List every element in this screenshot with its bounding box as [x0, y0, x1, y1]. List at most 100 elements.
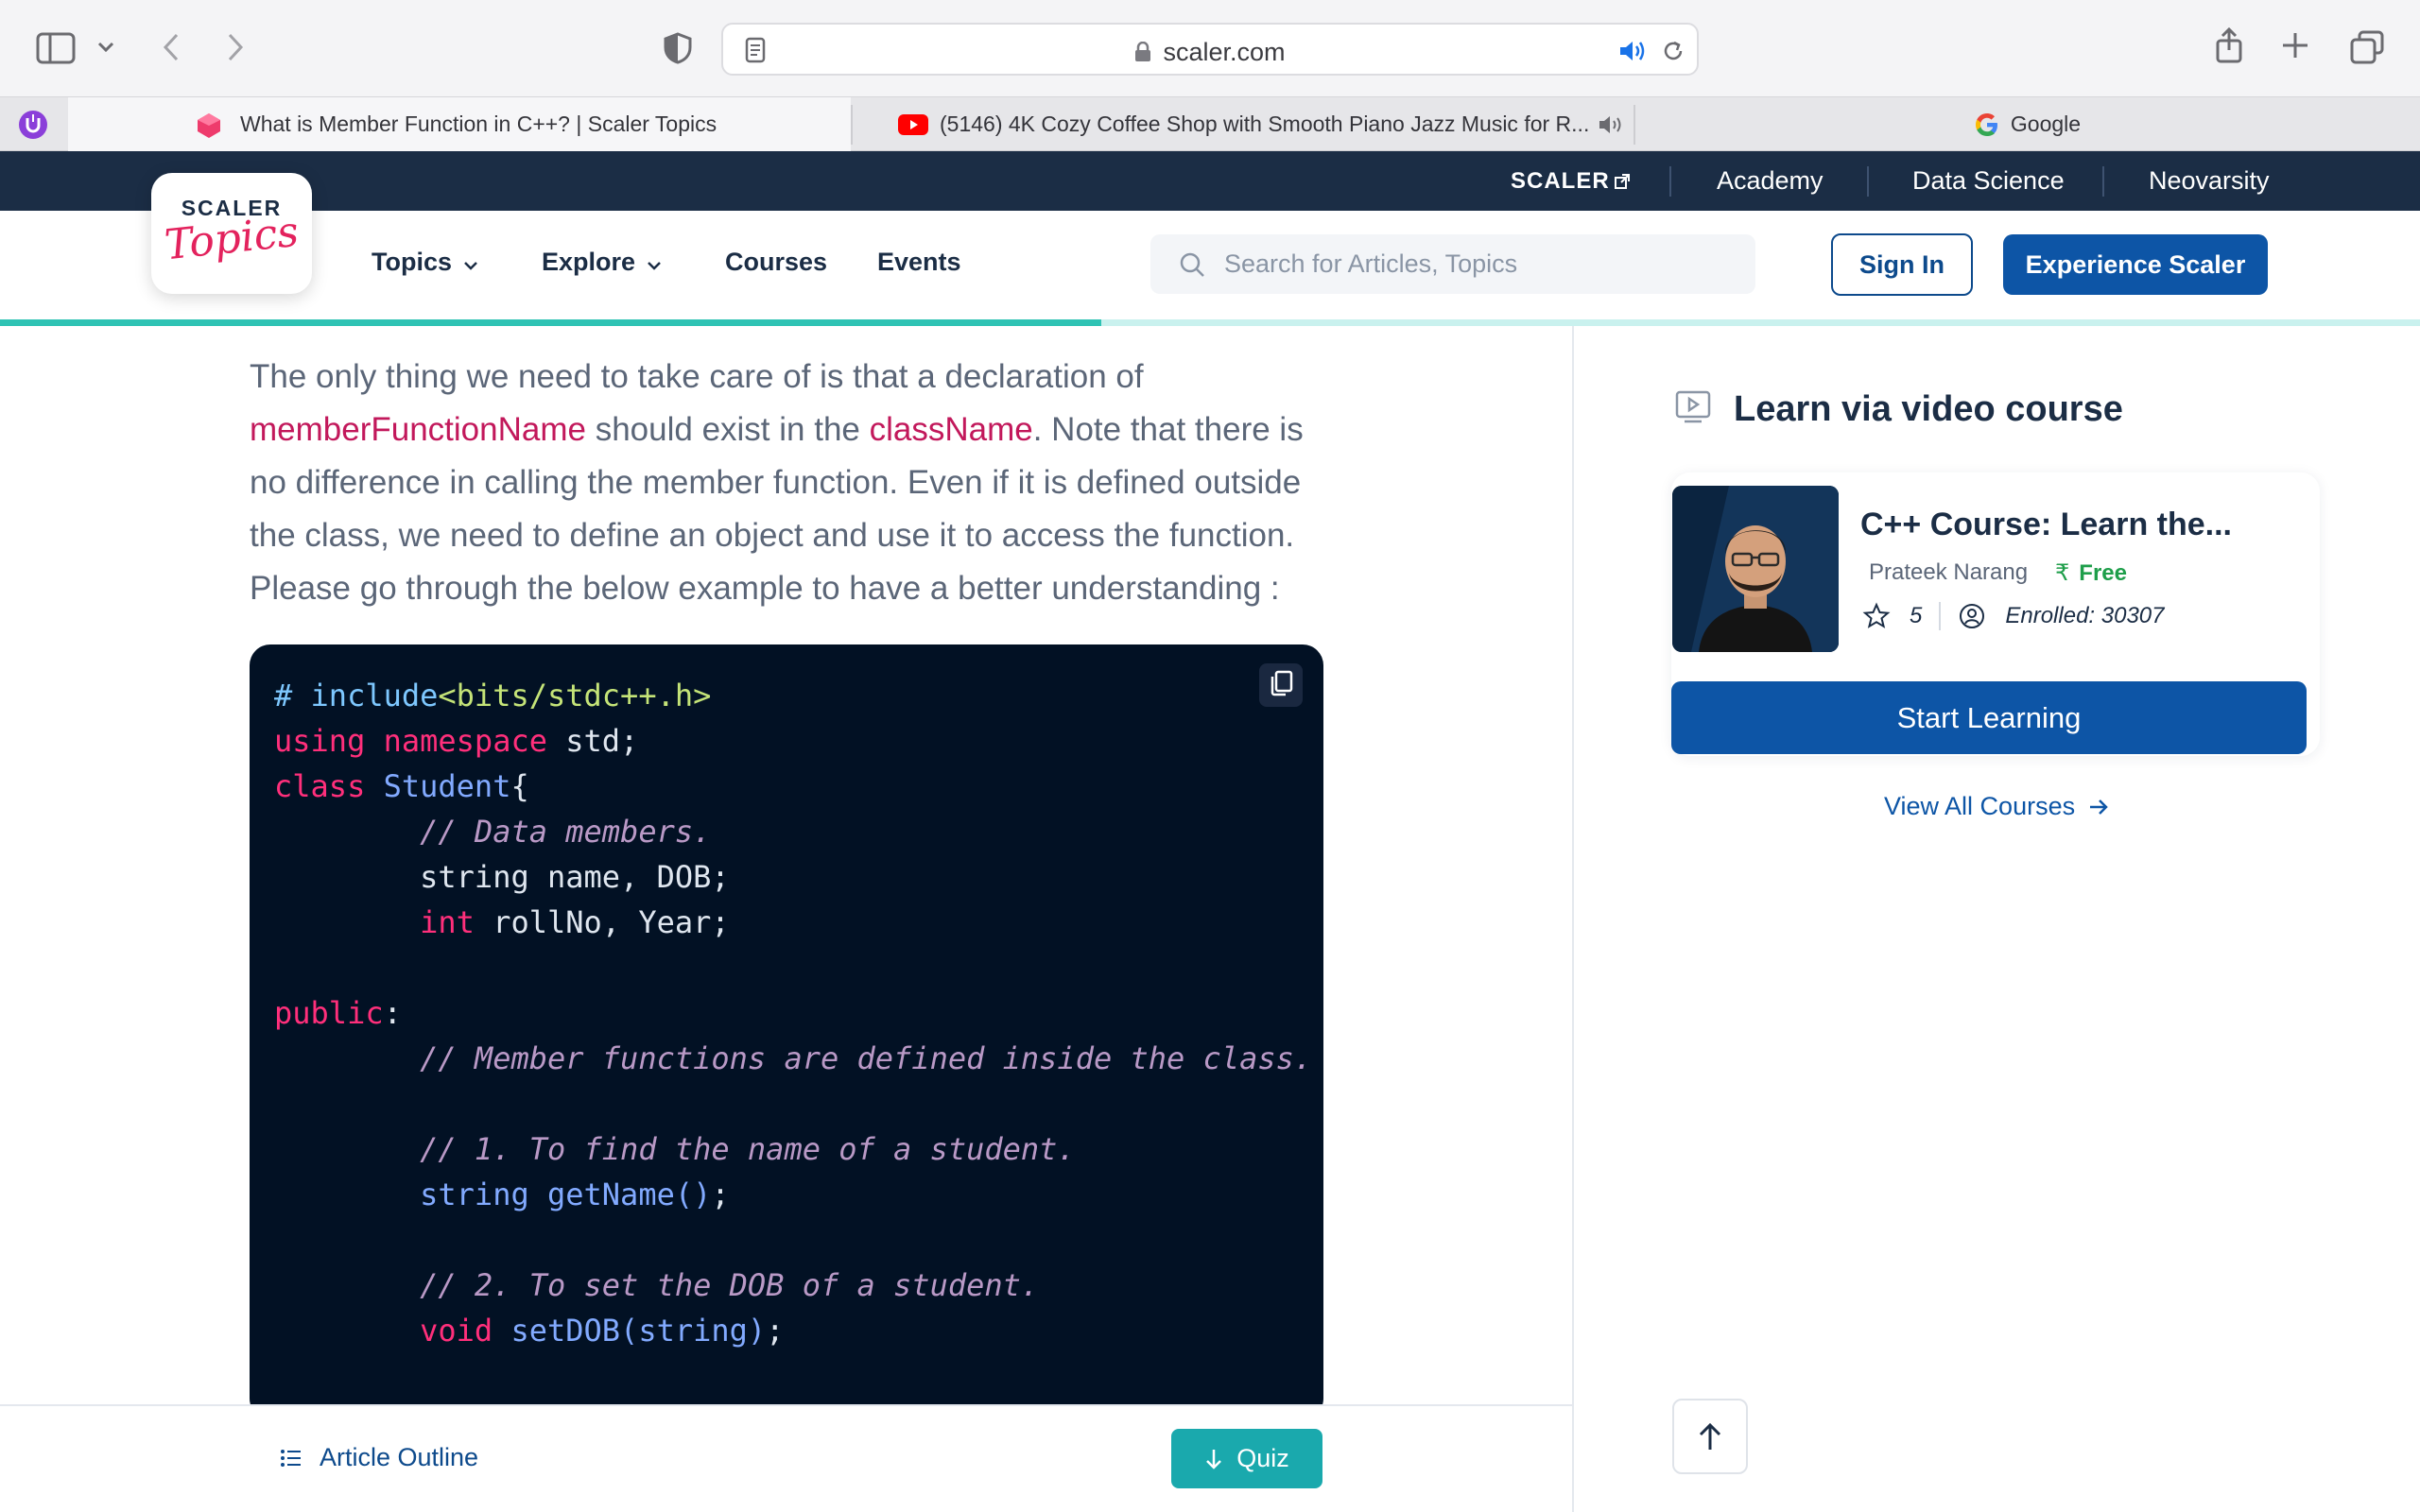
code-token: <bits/stdc++.h> — [438, 678, 712, 713]
strip-brand-label: SCALER — [1511, 168, 1610, 194]
url-label: scaler.com — [1163, 38, 1286, 66]
nav-courses[interactable]: Courses — [725, 248, 827, 277]
code-token: # include — [274, 678, 439, 713]
code-line: // Member functions are defined inside t… — [274, 1036, 1312, 1081]
course-price: ₹ Free — [2055, 559, 2127, 587]
article-outline-button[interactable]: Article Outline — [280, 1443, 478, 1472]
course-instructor: Prateek Narang — [1869, 559, 2029, 585]
tab-bar: What is Member Function in C++? | Scaler… — [0, 96, 2420, 151]
text-segment: The only thing we need to take care of i… — [250, 358, 1144, 395]
code-token: string name, DOB; — [420, 859, 730, 895]
enrolled-count: Enrolled: 30307 — [2005, 603, 2165, 628]
lock-icon — [1134, 40, 1151, 69]
code-token: ; — [711, 1177, 730, 1212]
tab-audio-icon[interactable] — [1598, 114, 1624, 141]
article-paragraph: The only thing we need to take care of i… — [250, 351, 1318, 615]
strip-neovarsity-link[interactable]: Neovarsity — [2149, 151, 2270, 211]
share-icon[interactable] — [2212, 25, 2246, 66]
chevron-down-icon[interactable] — [95, 36, 117, 59]
code-token: class — [274, 768, 366, 804]
column-divider — [1572, 326, 1574, 1512]
back-icon[interactable] — [157, 28, 185, 66]
sign-in-button[interactable]: Sign In — [1831, 233, 1973, 296]
code-line: string name, DOB; — [274, 854, 1312, 900]
nav-events[interactable]: Events — [877, 248, 961, 277]
forward-icon[interactable] — [221, 28, 250, 66]
scaler-favicon-icon — [197, 112, 221, 145]
code-token: Student — [383, 768, 511, 804]
strip-brand[interactable]: SCALER — [1511, 151, 1631, 211]
code-block: # include<bits/stdc++.h> using namespace … — [250, 644, 1323, 1404]
scaler-top-strip: SCALER Academy Data Science Neovarsity — [0, 151, 2420, 211]
chevron-down-icon — [463, 248, 478, 277]
price-label: Free — [2079, 559, 2127, 586]
sidebar-toggle-icon[interactable] — [34, 28, 78, 68]
external-link-icon — [1614, 153, 1631, 213]
new-tab-icon[interactable] — [2278, 28, 2312, 62]
article-content: The only thing we need to take care of i… — [0, 326, 1573, 1404]
video-course-header: Learn via video course — [1675, 389, 2123, 430]
search-box — [1150, 234, 1755, 294]
code-token: ; — [766, 1313, 785, 1349]
strip-academy-link[interactable]: Academy — [1717, 151, 1824, 211]
nav-label: Events — [877, 248, 961, 276]
reload-icon[interactable] — [1659, 38, 1687, 64]
tab-scaler[interactable]: What is Member Function in C++? | Scaler… — [68, 97, 851, 151]
code-line: // Data members. — [274, 809, 1312, 854]
code-token: setDOB(string) — [510, 1313, 767, 1349]
extension-icon[interactable] — [17, 109, 49, 141]
course-stats: 5 Enrolled: 30307 — [1862, 602, 2165, 630]
strip-divider — [2102, 166, 2104, 197]
code-token: // Data members. — [420, 814, 712, 850]
address-bar[interactable]: scaler.com — [721, 23, 1699, 76]
scroll-to-top-button[interactable] — [1672, 1399, 1748, 1474]
start-learning-button[interactable]: Start Learning — [1671, 681, 2307, 754]
code-token: // 1. To find the name of a student. — [420, 1131, 1076, 1167]
quiz-button[interactable]: Quiz — [1171, 1429, 1322, 1488]
stats-divider — [1939, 602, 1942, 630]
code-token: // 2. To set the DOB of a student. — [420, 1267, 1040, 1303]
copy-code-button[interactable] — [1259, 663, 1303, 707]
code-token: namespace — [383, 723, 547, 759]
code-token: string — [420, 1177, 529, 1212]
nav-label: Topics — [372, 248, 453, 276]
reading-progress-bar — [0, 319, 2420, 326]
strip-divider — [1669, 166, 1671, 197]
privacy-shield-icon[interactable] — [662, 30, 694, 66]
tab-youtube[interactable]: (5146) 4K Cozy Coffee Shop with Smooth P… — [853, 97, 1634, 151]
view-all-label: View All Courses — [1884, 792, 2076, 820]
course-title[interactable]: C++ Course: Learn the... — [1860, 507, 2232, 543]
tab-overview-icon[interactable] — [2348, 28, 2386, 66]
code-line: int rollNo, Year; — [274, 900, 1312, 945]
inline-code-ref: memberFunctionName — [250, 411, 586, 448]
copy-icon — [1269, 670, 1293, 701]
instructor-avatar[interactable] — [1672, 486, 1839, 652]
code-line: class Student{ — [274, 764, 1312, 809]
rupee-icon: ₹ — [2055, 560, 2070, 586]
code-token: std; — [546, 723, 639, 759]
course-rating: 5 — [1910, 603, 1923, 628]
code-listing: # include<bits/stdc++.h> using namespace … — [274, 673, 1312, 1353]
arrow-up-icon — [1696, 1421, 1724, 1452]
nav-explore[interactable]: Explore — [542, 248, 662, 277]
browser-toolbar: scaler.com — [0, 0, 2420, 96]
outline-label: Article Outline — [320, 1443, 479, 1471]
view-all-courses-link[interactable]: View All Courses — [1884, 792, 2109, 821]
scaler-topics-logo[interactable]: SCALER Topics — [151, 173, 312, 294]
experience-scaler-button[interactable]: Experience Scaler — [2003, 234, 2268, 295]
nav-topics[interactable]: Topics — [372, 248, 478, 277]
chevron-down-icon — [647, 248, 662, 277]
tab-title: What is Member Function in C++? | Scaler… — [240, 112, 717, 136]
search-input[interactable] — [1224, 234, 1735, 294]
tab-title: (5146) 4K Cozy Coffee Shop with Smooth P… — [940, 112, 1590, 136]
nav-label: Explore — [542, 248, 636, 276]
code-line: using namespace std; — [274, 718, 1312, 764]
code-line: # include<bits/stdc++.h> — [274, 673, 1312, 718]
tab-google[interactable]: Google — [1635, 97, 2420, 151]
speaker-icon[interactable] — [1617, 38, 1648, 64]
strip-data-science-link[interactable]: Data Science — [1912, 151, 2065, 211]
code-token: : — [383, 995, 402, 1031]
code-line: string getName(); — [274, 1172, 1312, 1217]
reading-progress-fill — [0, 319, 1101, 326]
